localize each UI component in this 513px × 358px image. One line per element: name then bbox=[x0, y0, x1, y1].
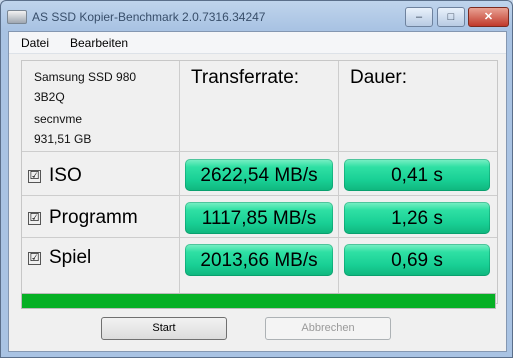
duration-result-programm: 1,26 s bbox=[344, 202, 490, 234]
checkbox-icon[interactable]: ☑ bbox=[28, 212, 41, 225]
row-divider bbox=[22, 151, 497, 152]
results-grid: Samsung SSD 980 3B2Q secnvme 931,51 GB T… bbox=[21, 60, 498, 304]
menu-datei[interactable]: Datei bbox=[21, 36, 49, 50]
row-label-text: Programm bbox=[49, 207, 138, 228]
duration-result-iso: 0,41 s bbox=[344, 159, 490, 191]
row-label-text: Spiel bbox=[49, 247, 92, 268]
window-title: AS SSD Kopier-Benchmark 2.0.7316.34247 bbox=[32, 10, 266, 24]
duration-result-spiel: 0,69 s bbox=[344, 244, 490, 276]
rate-result-iso: 2622,54 MB/s bbox=[185, 159, 333, 191]
title-bar[interactable]: AS SSD Kopier-Benchmark 2.0.7316.34247 –… bbox=[1, 1, 512, 31]
close-button[interactable]: ✕ bbox=[468, 7, 509, 27]
row-divider bbox=[22, 195, 497, 196]
column-divider bbox=[338, 61, 339, 303]
checkbox-icon[interactable]: ☑ bbox=[28, 252, 41, 265]
row-label-spiel[interactable]: ☑ Spiel bbox=[28, 247, 91, 269]
rate-result-spiel: 2013,66 MB/s bbox=[185, 244, 333, 276]
menu-bearbeiten[interactable]: Bearbeiten bbox=[70, 36, 128, 50]
row-divider bbox=[22, 237, 497, 238]
cancel-button[interactable]: Abbrechen bbox=[265, 317, 391, 340]
drive-firmware: 3B2Q bbox=[34, 90, 65, 104]
progress-bar bbox=[21, 293, 496, 309]
app-window: AS SSD Kopier-Benchmark 2.0.7316.34247 –… bbox=[0, 0, 513, 358]
checkbox-icon[interactable]: ☑ bbox=[28, 170, 41, 183]
menu-bar: Datei Bearbeiten bbox=[9, 32, 506, 54]
rate-result-programm: 1117,85 MB/s bbox=[185, 202, 333, 234]
row-label-text: ISO bbox=[49, 165, 82, 186]
maximize-button[interactable]: □ bbox=[437, 7, 465, 27]
row-label-iso[interactable]: ☑ ISO bbox=[28, 165, 82, 187]
drive-driver: secnvme bbox=[34, 112, 83, 126]
header-transferrate: Transferrate: bbox=[191, 67, 300, 88]
minimize-button[interactable]: – bbox=[405, 7, 433, 27]
row-label-programm[interactable]: ☑ Programm bbox=[28, 207, 138, 229]
header-dauer: Dauer: bbox=[350, 67, 408, 88]
progress-fill bbox=[22, 294, 495, 308]
client-area: Datei Bearbeiten Samsung SSD 980 3B2Q se… bbox=[8, 31, 507, 352]
drive-icon bbox=[7, 10, 27, 24]
drive-model: Samsung SSD 980 bbox=[34, 70, 137, 84]
drive-capacity: 931,51 GB bbox=[34, 132, 92, 146]
start-button[interactable]: Start bbox=[101, 317, 227, 340]
column-divider bbox=[179, 61, 180, 303]
